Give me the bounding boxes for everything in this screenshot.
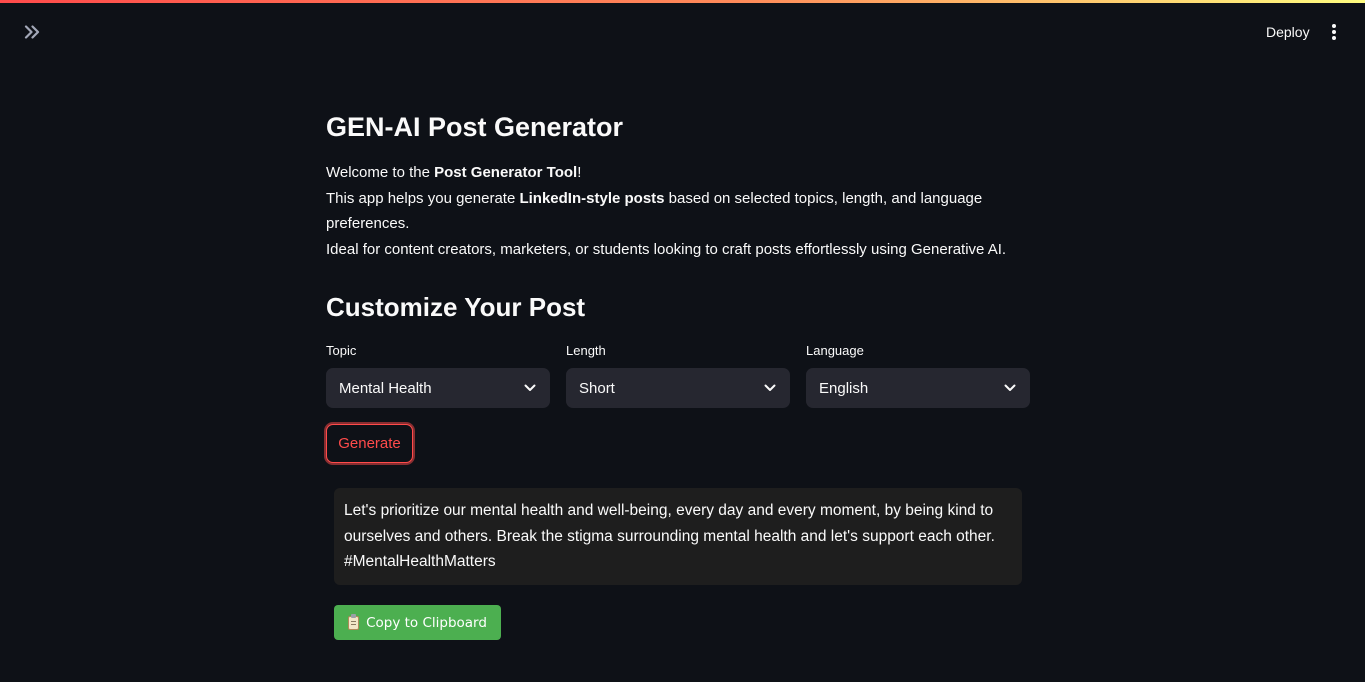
topic-select[interactable]: Mental Health <box>326 368 550 408</box>
section-title: Customize Your Post <box>326 292 586 322</box>
length-select-group: Length Short <box>566 342 790 408</box>
language-select-group: Language English <box>806 342 1030 408</box>
intro-text: Welcome to the Post Generator Tool! This… <box>326 160 1030 262</box>
deploy-button[interactable]: Deploy <box>1256 19 1320 45</box>
length-select[interactable]: Short <box>566 368 790 408</box>
intro-line-1: Welcome to the Post Generator Tool! <box>326 160 1030 186</box>
intro-line-2-bold: LinkedIn-style posts <box>519 189 665 207</box>
chevron-down-icon <box>524 384 536 391</box>
chevron-down-icon <box>1004 384 1016 391</box>
sidebar-toggle-button[interactable] <box>20 20 44 44</box>
page-title: GEN-AI Post Generator <box>326 112 624 142</box>
intro-line-1-bold: Post Generator Tool <box>434 164 578 181</box>
generate-button[interactable]: Generate <box>326 424 413 463</box>
language-select[interactable]: English <box>806 368 1030 408</box>
length-select-value: Short <box>579 379 615 397</box>
intro-line-1-prefix: Welcome to the <box>326 164 435 181</box>
language-label: Language <box>806 343 864 358</box>
intro-line-1-suffix: ! <box>577 164 582 181</box>
generated-post-output: Let's prioritize our mental health and w… <box>334 488 1022 585</box>
clipboard-icon <box>348 613 360 630</box>
copy-to-clipboard-button[interactable]: Copy to Clipboard <box>334 605 501 640</box>
app-header: Deploy <box>0 3 1365 59</box>
length-label: Length <box>566 343 606 358</box>
topic-select-group: Topic Mental Health <box>326 342 550 408</box>
intro-line-2: This app helps you generate LinkedIn-sty… <box>326 186 1030 237</box>
intro-line-2-prefix: This app helps you generate <box>326 189 520 207</box>
intro-line-3: Ideal for content creators, marketers, o… <box>326 240 1007 258</box>
topic-label: Topic <box>326 343 357 358</box>
main-menu-button[interactable] <box>1322 20 1346 44</box>
vertical-ellipsis-icon <box>1332 24 1336 40</box>
language-select-value: English <box>819 379 869 397</box>
copy-button-label: Copy to Clipboard <box>366 614 487 631</box>
topic-select-value: Mental Health <box>339 379 432 397</box>
chevron-down-icon <box>764 384 776 391</box>
chevron-double-right-icon <box>24 25 40 39</box>
